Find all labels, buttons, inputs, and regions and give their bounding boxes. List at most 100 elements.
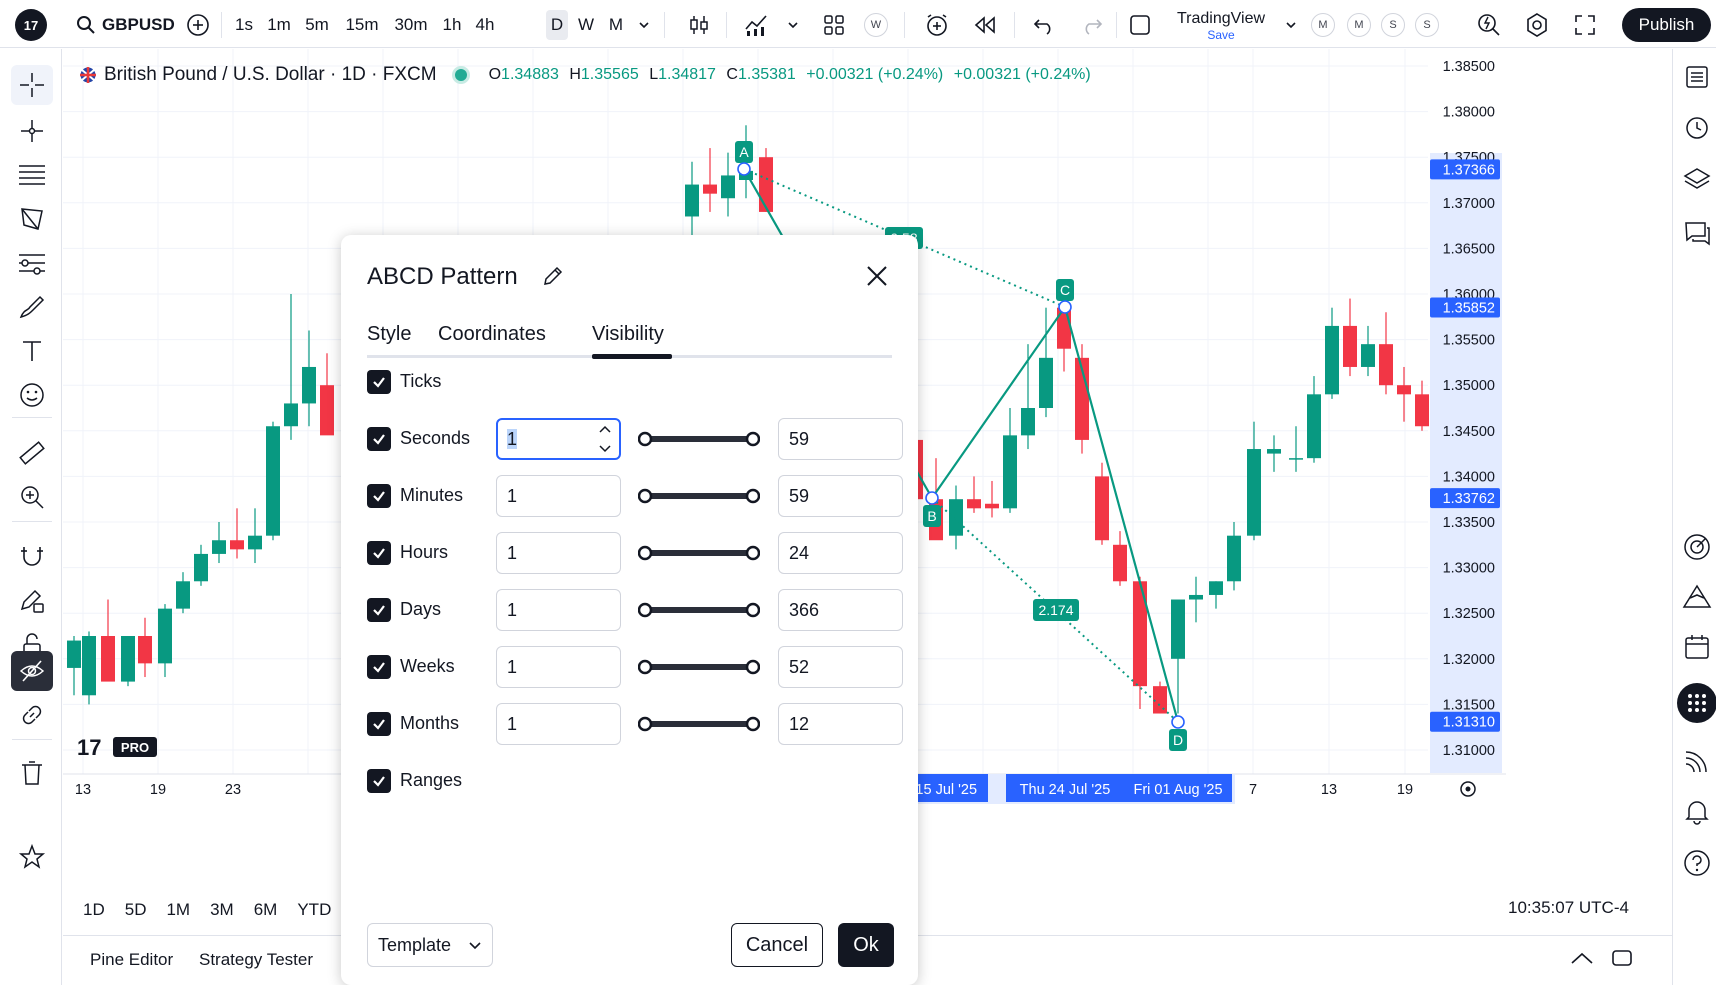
undo-button[interactable]	[1030, 10, 1058, 40]
layout-badge-button[interactable]: W	[862, 10, 890, 40]
screener-button[interactable]	[1681, 531, 1713, 563]
remove-drawings[interactable]	[11, 753, 53, 793]
range-ytd[interactable]: YTD	[297, 900, 331, 920]
days-range-slider[interactable]	[638, 602, 760, 618]
hours-to-input[interactable]: 24	[778, 532, 903, 574]
chats-button[interactable]	[1681, 217, 1713, 249]
hours-from-input[interactable]: 1	[496, 532, 621, 574]
days-checkbox[interactable]	[367, 598, 391, 622]
help-button[interactable]	[1681, 847, 1713, 879]
tab-visibility[interactable]: Visibility	[592, 323, 664, 346]
days-to-input[interactable]: 366	[778, 589, 903, 631]
hours-range-slider[interactable]	[638, 545, 760, 561]
close-button[interactable]	[862, 261, 892, 291]
stepper-icon[interactable]	[598, 422, 612, 456]
indicators-dropdown[interactable]	[784, 10, 802, 40]
tab-strategy-tester[interactable]: Strategy Tester	[199, 950, 313, 970]
weeks-checkbox[interactable]	[367, 655, 391, 679]
watchlist-button[interactable]	[1681, 61, 1713, 93]
maximize-panel-button[interactable]	[1611, 948, 1633, 973]
save-layout-button[interactable]: TradingView Save	[1166, 8, 1276, 44]
pattern-tool[interactable]	[11, 199, 53, 239]
interval-w[interactable]: W	[574, 10, 598, 40]
weeks-to-input[interactable]: 52	[778, 646, 903, 688]
rename-button[interactable]	[541, 264, 565, 293]
zoom-tool[interactable]	[11, 477, 53, 517]
minutes-checkbox[interactable]	[367, 484, 391, 508]
seconds-from-input[interactable]: 1	[496, 418, 621, 460]
interval-30m[interactable]: 30m	[388, 10, 434, 40]
indicators-button[interactable]	[742, 10, 772, 40]
link-tool[interactable]	[11, 695, 53, 735]
layout-pill-4[interactable]: S	[1414, 10, 1440, 40]
interval-15m[interactable]: 15m	[340, 10, 384, 40]
emoji-tool[interactable]	[11, 375, 53, 415]
calendar-button[interactable]	[1681, 631, 1713, 663]
symbol-title[interactable]: British Pound / U.S. Dollar · 1D · FXCM	[104, 64, 437, 86]
favorites-tool[interactable]	[11, 837, 53, 877]
layout-pill-2[interactable]: M	[1346, 10, 1372, 40]
months-from-input[interactable]: 1	[496, 703, 621, 745]
tab-pine-editor[interactable]: Pine Editor	[90, 950, 173, 970]
crosshair-tool[interactable]	[11, 65, 53, 105]
stay-in-drawing-mode[interactable]	[11, 581, 53, 621]
trend-line-tool[interactable]	[11, 111, 53, 151]
range-3m[interactable]: 3M	[210, 900, 234, 920]
interval-1h[interactable]: 1h	[438, 10, 466, 40]
price-axis[interactable]: 1.385001.380001.375001.370001.365001.360…	[1430, 59, 1502, 773]
layout-pill-1[interactable]: M	[1310, 10, 1336, 40]
settings-button[interactable]	[1522, 10, 1552, 40]
alert-button[interactable]	[922, 10, 952, 40]
minutes-to-input[interactable]: 59	[778, 475, 903, 517]
minutes-from-input[interactable]: 1	[496, 475, 621, 517]
interval-dropdown[interactable]	[634, 10, 654, 40]
range-6m[interactable]: 6M	[254, 900, 278, 920]
notifications-button[interactable]	[1681, 795, 1713, 827]
days-from-input[interactable]: 1	[496, 589, 621, 631]
interval-1m[interactable]: 1m	[262, 10, 296, 40]
measure-tool[interactable]	[11, 433, 53, 473]
seconds-range-slider[interactable]	[638, 431, 760, 447]
tradingview-logo-icon[interactable]: 17	[14, 8, 48, 42]
minutes-range-slider[interactable]	[638, 488, 760, 504]
template-dropdown[interactable]: Template	[367, 923, 493, 967]
seconds-checkbox[interactable]	[367, 427, 391, 451]
magnet-tool[interactable]	[11, 537, 53, 577]
chart-type-button[interactable]	[684, 10, 714, 40]
weeks-from-input[interactable]: 1	[496, 646, 621, 688]
compare-symbol-button[interactable]	[184, 10, 212, 40]
range-5d[interactable]: 5D	[125, 900, 147, 920]
publish-button[interactable]: Publish	[1622, 8, 1711, 42]
prediction-tool[interactable]	[11, 243, 53, 283]
hours-checkbox[interactable]	[367, 541, 391, 565]
interval-1s[interactable]: 1s	[230, 10, 258, 40]
layout-pill-3[interactable]: S	[1380, 10, 1406, 40]
ok-button[interactable]: Ok	[838, 923, 894, 967]
hide-drawings[interactable]	[11, 651, 53, 691]
replay-button[interactable]	[970, 10, 1000, 40]
object-tree-button[interactable]	[1681, 163, 1713, 195]
tab-style[interactable]: Style	[367, 323, 411, 346]
range-1d[interactable]: 1D	[83, 900, 105, 920]
quick-search-button[interactable]	[1474, 10, 1504, 40]
months-range-slider[interactable]	[638, 716, 760, 732]
ideas-button[interactable]	[1681, 581, 1713, 613]
fullscreen-button[interactable]	[1570, 10, 1600, 40]
months-checkbox[interactable]	[367, 712, 391, 736]
products-button[interactable]	[1677, 683, 1716, 723]
interval-m[interactable]: M	[604, 10, 628, 40]
brush-tool[interactable]	[11, 287, 53, 327]
tab-coordinates[interactable]: Coordinates	[438, 323, 546, 346]
symbol-search-button[interactable]: GBPUSD	[76, 10, 176, 40]
months-to-input[interactable]: 12	[778, 703, 903, 745]
alerts-button[interactable]	[1681, 111, 1713, 143]
interval-5m[interactable]: 5m	[300, 10, 334, 40]
market-status-dot[interactable]	[454, 69, 467, 81]
text-tool[interactable]	[11, 331, 53, 371]
streams-button[interactable]	[1681, 745, 1713, 777]
interval-d[interactable]: D	[546, 10, 568, 40]
seconds-to-input[interactable]: 59	[778, 418, 903, 460]
ranges-checkbox[interactable]	[367, 769, 391, 793]
fib-tool[interactable]	[11, 155, 53, 195]
clock[interactable]: 10:35:07 UTC-4	[1508, 898, 1629, 918]
